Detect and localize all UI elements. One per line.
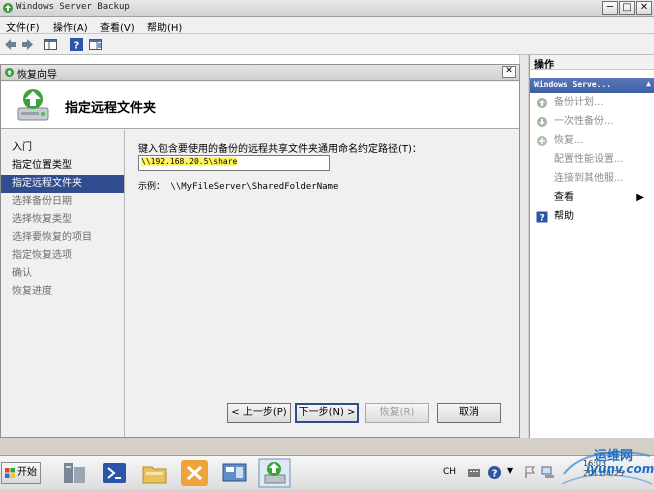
watermark-en: iyunv.com (586, 462, 654, 476)
tray-expand-icon[interactable]: ▼ (507, 466, 513, 475)
dialog-title: 恢复向导 (17, 70, 57, 81)
back-button[interactable]: < 上一步(P) (227, 403, 291, 423)
submenu-arrow-icon: ▶ (636, 192, 644, 203)
recover-icon (537, 136, 547, 146)
site-watermark: 运维网 iyunv.com (560, 444, 654, 490)
start-button[interactable]: 开始 (1, 462, 41, 484)
action-backup-schedule[interactable]: 备份计划... (530, 93, 654, 112)
wizard-icon (5, 68, 14, 77)
menu-file[interactable]: 文件(F) (6, 19, 40, 34)
wizard-content: 键入包含要使用的备份的远程共享文件夹通用命名约定路径(T)： \\192.168… (126, 130, 519, 437)
recovery-wizard-dialog: 恢复向导 ✕ 指定远程文件夹 入门 指定位置类型 指定远程文件夹 选择备份日期 … (0, 64, 520, 438)
close-button[interactable]: ✕ (636, 1, 652, 15)
step-remote-folder: 指定远程文件夹 (1, 175, 124, 193)
minimize-button[interactable]: ─ (602, 1, 618, 15)
action-label: 配置性能设置... (554, 154, 624, 165)
back-arrow-icon[interactable] (3, 37, 18, 52)
actions-section-header[interactable]: Windows Serve... ▲ (530, 78, 654, 93)
help-icon: ? (536, 211, 548, 223)
step-backup-date: 选择备份日期 (12, 196, 72, 207)
server-manager-icon[interactable] (58, 458, 91, 488)
menu-action[interactable]: 操作(A) (53, 19, 88, 34)
windows-server-backup-icon (3, 3, 13, 13)
path-prompt: 键入包含要使用的备份的远程共享文件夹通用命名约定路径(T)： (138, 144, 422, 155)
network-icon[interactable] (541, 465, 555, 479)
step-recovery-progress: 恢复进度 (12, 286, 52, 297)
dialog-close-button[interactable]: ✕ (502, 66, 516, 78)
recovery-wizard-icon (17, 89, 49, 121)
action-label: 一次性备份... (554, 116, 614, 127)
step-getting-started: 入门 (12, 142, 32, 153)
dialog-header: 指定远程文件夹 (1, 82, 519, 129)
wizard-steps: 入门 指定位置类型 指定远程文件夹 选择备份日期 选择恢复类型 选择要恢复的项目… (1, 130, 125, 437)
backup-schedule-icon (537, 98, 547, 108)
svg-text:?: ? (74, 41, 80, 52)
action-backup-once[interactable]: 一次性备份... (530, 112, 654, 131)
action-label: 连接到其他服... (554, 173, 624, 184)
path-value: \\192.168.20.5\share (141, 157, 238, 166)
cancel-button[interactable]: 取消 (437, 403, 501, 423)
keyboard-icon[interactable] (467, 466, 481, 480)
help-circle-icon[interactable]: ? (487, 465, 502, 480)
explorer-icon[interactable] (138, 458, 171, 488)
actions-pane: 操作 Windows Serve... ▲ 备份计划... 一次性备份... 恢… (529, 55, 654, 438)
menu-help[interactable]: 帮助(H) (147, 19, 182, 34)
maximize-button[interactable]: □ (619, 1, 635, 15)
menu-bar: 文件(F) 操作(A) 查看(V) 帮助(H) (0, 17, 654, 34)
forward-arrow-icon[interactable] (20, 37, 35, 52)
control-panel-icon[interactable] (218, 458, 251, 488)
action-recover[interactable]: 恢复... (530, 131, 654, 150)
actions-header: 操作 (530, 55, 654, 71)
action-label: 备份计划... (554, 97, 604, 108)
action-label: 帮助 (554, 211, 574, 222)
step-recovery-type: 选择恢复类型 (12, 214, 72, 225)
toolbar: ? (0, 34, 654, 55)
step-confirmation: 确认 (12, 268, 32, 279)
menu-view[interactable]: 查看(V) (100, 19, 135, 34)
powershell-icon[interactable] (98, 458, 131, 488)
svg-text:?: ? (492, 469, 498, 480)
svg-text:?: ? (540, 214, 545, 224)
remote-path-input[interactable]: \\192.168.20.5\share (138, 155, 330, 171)
step-items-to-recover: 选择要恢复的项目 (12, 232, 92, 243)
next-button[interactable]: 下一步(N) > (295, 403, 359, 423)
action-label: 恢复... (554, 135, 584, 146)
dialog-heading: 指定远程文件夹 (65, 101, 157, 116)
path-example: 示例： \\MyFileServer\SharedFolderName (138, 182, 339, 192)
collapse-arrow-icon[interactable]: ▲ (646, 79, 651, 88)
action-configure-performance[interactable]: 配置性能设置... (530, 150, 654, 169)
window-title: Windows Server Backup (16, 2, 130, 12)
actions-section-label: Windows Serve... (534, 80, 612, 89)
step-recovery-options: 指定恢复选项 (12, 250, 72, 261)
action-label: 查看 (554, 192, 574, 203)
help-icon[interactable]: ? (69, 37, 84, 52)
step-location-type: 指定位置类型 (12, 160, 72, 171)
windows-server-backup-task-icon[interactable] (258, 458, 291, 488)
dialog-title-bar: 恢复向导 ✕ (1, 65, 519, 81)
start-label: 开始 (17, 467, 37, 478)
windows-logo-icon (5, 468, 15, 478)
backup-once-icon (537, 117, 547, 127)
action-help[interactable]: ? 帮助 (530, 207, 654, 226)
action-center-flag-icon[interactable] (523, 465, 537, 479)
show-action-pane-icon[interactable] (88, 37, 103, 52)
action-connect-other-server[interactable]: 连接到其他服... (530, 169, 654, 188)
recover-button[interactable]: 恢复(R) (365, 403, 429, 423)
input-language[interactable]: CH (443, 467, 456, 477)
application-icon[interactable] (178, 458, 211, 488)
show-hide-tree-icon[interactable] (43, 37, 58, 52)
vertical-scrollbar[interactable] (519, 55, 528, 438)
main-title-bar: Windows Server Backup ─ □ ✕ (0, 0, 654, 17)
taskbar: 开始 CH ? ▼ 16:03 2011/4/25 (0, 455, 654, 490)
action-view[interactable]: 查看 ▶ (530, 188, 654, 207)
